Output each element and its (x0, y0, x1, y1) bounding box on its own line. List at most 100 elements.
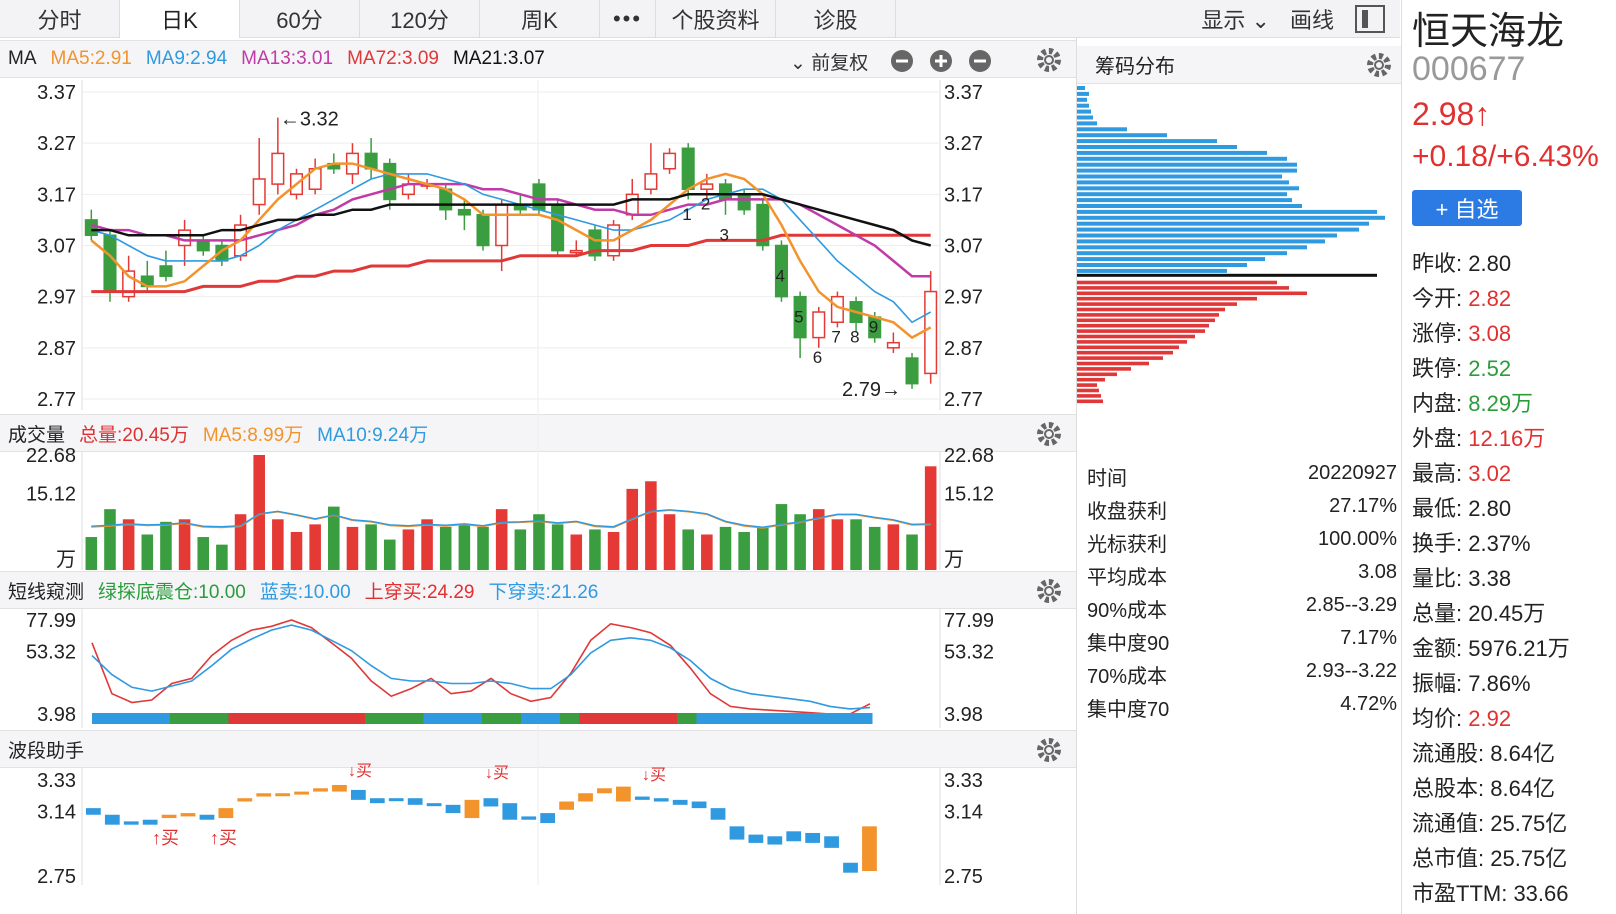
wave-bar (256, 793, 272, 797)
short-signal-segment (560, 713, 580, 724)
volume-tick-left: 22.68 (26, 445, 76, 467)
volume-unit-right: 万 (944, 549, 964, 571)
buy-signal-label: ↑买 (152, 828, 179, 848)
short-signal-segment (228, 713, 249, 724)
quote-stat-value: 2.80 (1462, 496, 1512, 521)
volume-bar (607, 531, 620, 570)
wave-bar (218, 808, 234, 819)
short-signal-segment (423, 713, 444, 724)
chip-stat-value: 7.17% (1340, 627, 1397, 649)
volume-bar (458, 524, 471, 570)
wave-bar (502, 803, 518, 820)
volume-bar (551, 524, 564, 570)
chip-histogram[interactable] (1077, 84, 1402, 464)
wave-bar (748, 834, 764, 843)
quote-stat-value: 33.66 (1507, 881, 1569, 906)
stock-code: 000677 (1412, 50, 1526, 88)
short-signal-segment (111, 713, 132, 724)
display-dropdown[interactable]: 显示 ⌄ (1201, 3, 1270, 35)
short-signal-segment (852, 713, 873, 724)
chip-bar-red (1077, 286, 1289, 290)
short-tick-right: 3.98 (944, 704, 983, 726)
chip-stat-value: 3.08 (1358, 561, 1397, 583)
layout-toggle-icon[interactable] (1354, 4, 1386, 34)
quote-stat-value: 8.29万 (1462, 391, 1534, 416)
wave-bar (634, 796, 650, 800)
short-signal-segment (716, 713, 736, 724)
candle (625, 193, 639, 216)
quote-stat-label: 量比: (1412, 566, 1463, 591)
quote-stat-value: 3.02 (1462, 461, 1512, 486)
quote-stat-row: 内盘: 8.29万 (1412, 386, 1533, 418)
short-signal-segment (365, 713, 385, 724)
quote-stat-row: 流通股: 8.64亿 (1412, 736, 1555, 768)
quote-stat-label: 涨停: (1412, 321, 1463, 346)
short-signal-segment (521, 713, 541, 724)
short-tick-left: 53.32 (26, 641, 76, 663)
price-tick-left: 2.97 (37, 287, 76, 309)
draw-line-button[interactable]: 画线 (1290, 3, 1334, 35)
high-price-label: ←3.32 (280, 109, 339, 131)
wave-bar (843, 862, 858, 873)
wave-bar (369, 798, 385, 804)
volume-bar (533, 514, 545, 570)
chip-bar-red (1077, 388, 1099, 393)
wave-bar (332, 784, 347, 792)
add-watchlist-button[interactable]: + 自选 (1412, 190, 1522, 226)
chip-bar-blue (1077, 209, 1377, 214)
quote-stat-row: 量比: 3.38 (1412, 561, 1511, 593)
short-signal-segment (482, 713, 502, 724)
chip-stat-row: 集中度90 7.17% (1087, 627, 1397, 656)
volume-bar (141, 534, 154, 570)
quote-stat-value: 2.82 (1462, 286, 1512, 311)
candle (159, 265, 173, 277)
candle (457, 208, 471, 216)
volume-bar (160, 521, 172, 570)
quote-stat-value: 2.52 (1462, 356, 1512, 381)
stock-price: 2.98↑ (1412, 96, 1491, 132)
chip-stat-row: 光标获利 100.00% (1087, 528, 1397, 557)
volume-bar (570, 534, 583, 570)
chip-bar-blue (1077, 215, 1385, 220)
wave-bar (388, 798, 404, 802)
quote-stat-label: 换手: (1412, 531, 1463, 556)
candle (178, 229, 192, 247)
chip-bar-blue (1077, 268, 1227, 273)
chip-bar-blue (1077, 168, 1297, 173)
kline-chart-area[interactable]: 3.37 3.37 3.27 3.27 3.17 3.17 3.07 3.07 2.97 2.97… (0, 0, 1076, 914)
chip-bar-red (1077, 399, 1103, 404)
wave-bar (426, 803, 442, 807)
quote-stat-label: 市盈TTM: (1412, 881, 1508, 906)
toolbar-right: 显示 ⌄ 画线 (1201, 0, 1400, 38)
volume-bar (663, 514, 676, 570)
sequence-number-label: 2 (701, 195, 710, 214)
chip-bar-blue (1077, 133, 1167, 138)
chip-bar-red (1077, 318, 1215, 323)
chip-stat-label: 时间 (1087, 468, 1127, 490)
chip-bar-blue (1077, 127, 1127, 132)
chip-bar-red (1077, 345, 1179, 350)
chip-bar-blue (1077, 86, 1085, 90)
low-price-label: 2.79→ (842, 379, 901, 401)
quote-stat-label: 内盘: (1412, 391, 1463, 416)
wave-bar (521, 816, 537, 820)
gear-icon[interactable] (1366, 52, 1392, 78)
volume-bar (346, 526, 359, 570)
wave-bar (407, 798, 423, 805)
short-signal-segment (794, 713, 814, 724)
chip-bar-red (1077, 356, 1163, 360)
quote-stat-label: 金额: (1412, 636, 1463, 661)
quote-stat-value: 8.64亿 (1484, 776, 1556, 801)
volume-bar (477, 526, 489, 570)
chip-bar-blue (1077, 180, 1289, 185)
candle (737, 193, 751, 211)
chip-stat-value: 4.72% (1340, 693, 1397, 715)
price-tick-right: 2.97 (944, 287, 983, 309)
wave-bar (597, 788, 612, 794)
chip-stat-row: 70%成本 2.93--3.22 (1087, 660, 1397, 689)
chip-bar-blue (1077, 156, 1287, 161)
quote-stat-value: 8.64亿 (1484, 741, 1556, 766)
wave-bar (351, 789, 366, 800)
short-signal-segment (735, 713, 756, 724)
volume-bar (290, 531, 303, 570)
